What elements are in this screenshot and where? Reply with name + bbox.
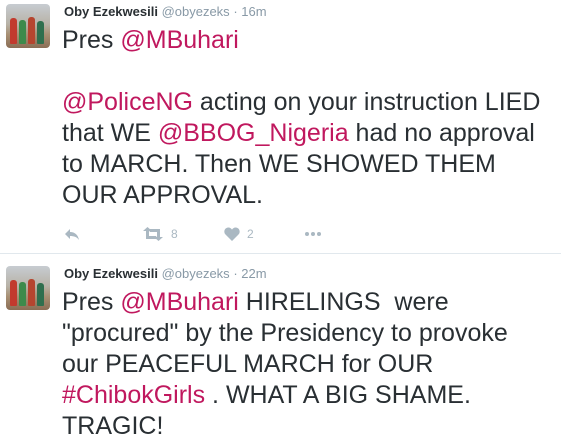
mention-link[interactable]: @PoliceNG bbox=[62, 88, 193, 116]
tweet-line: Pres @MBuhari bbox=[62, 26, 239, 54]
retweet-button[interactable]: 8 bbox=[142, 222, 178, 246]
like-count: 2 bbox=[247, 227, 254, 241]
timestamp[interactable]: 16m bbox=[241, 4, 266, 19]
more-button[interactable] bbox=[305, 222, 321, 246]
tweet-line: "procured" by the Presidency to provoke bbox=[62, 319, 508, 347]
tweet-line: that WE @BBOG_Nigeria had no approval bbox=[62, 119, 535, 147]
tweet-line: Pres @MBuhari HIRELINGS were bbox=[62, 288, 449, 316]
tweet-text: Pres @MBuhari @PoliceNG acting on your i… bbox=[62, 25, 557, 211]
tweet-text: Pres @MBuhari HIRELINGS were "procured" … bbox=[62, 287, 557, 442]
tweet[interactable]: Oby Ezekwesili @obyezeks · 22m Pres @MBu… bbox=[0, 254, 561, 442]
tweet[interactable]: Oby Ezekwesili @obyezeks · 16m Pres @MBu… bbox=[0, 0, 561, 254]
reply-button[interactable] bbox=[64, 222, 80, 246]
tweet-header: Oby Ezekwesili @obyezeks · 22m bbox=[64, 266, 267, 281]
author-name[interactable]: Oby Ezekwesili bbox=[64, 4, 158, 19]
like-button[interactable]: 2 bbox=[224, 222, 254, 246]
tweet-line: #ChibokGirls . WHAT A BIG SHAME. bbox=[62, 381, 471, 409]
tweet-line: TRAGIC! bbox=[62, 412, 164, 440]
author-handle[interactable]: @obyezeks bbox=[162, 4, 230, 19]
reply-icon bbox=[65, 229, 79, 240]
tweet-line: to MARCH. Then WE SHOWED THEM bbox=[62, 150, 496, 178]
author-name[interactable]: Oby Ezekwesili bbox=[64, 266, 158, 281]
tweet-line: OUR APPROVAL. bbox=[62, 181, 263, 209]
mention-link[interactable]: @MBuhari bbox=[120, 288, 238, 316]
separator-dot: · bbox=[233, 266, 238, 281]
avatar[interactable] bbox=[6, 266, 50, 310]
tweet-header: Oby Ezekwesili @obyezeks · 16m bbox=[64, 4, 267, 19]
timestamp[interactable]: 22m bbox=[241, 266, 266, 281]
tweet-line: our PEACEFUL MARCH for OUR bbox=[62, 350, 434, 378]
heart-icon bbox=[224, 227, 240, 241]
retweet-icon bbox=[143, 227, 163, 241]
more-dots-icon bbox=[305, 232, 321, 236]
retweet-count: 8 bbox=[171, 227, 178, 241]
mention-link[interactable]: @MBuhari bbox=[120, 26, 238, 54]
author-handle[interactable]: @obyezeks bbox=[162, 266, 230, 281]
avatar[interactable] bbox=[6, 4, 50, 48]
tweet-actions: 8 2 bbox=[62, 222, 362, 246]
separator-dot: · bbox=[233, 4, 238, 19]
hashtag-link[interactable]: #ChibokGirls bbox=[62, 381, 205, 409]
tweet-line: @PoliceNG acting on your instruction LIE… bbox=[62, 88, 541, 116]
mention-link[interactable]: @BBOG_Nigeria bbox=[158, 119, 349, 147]
